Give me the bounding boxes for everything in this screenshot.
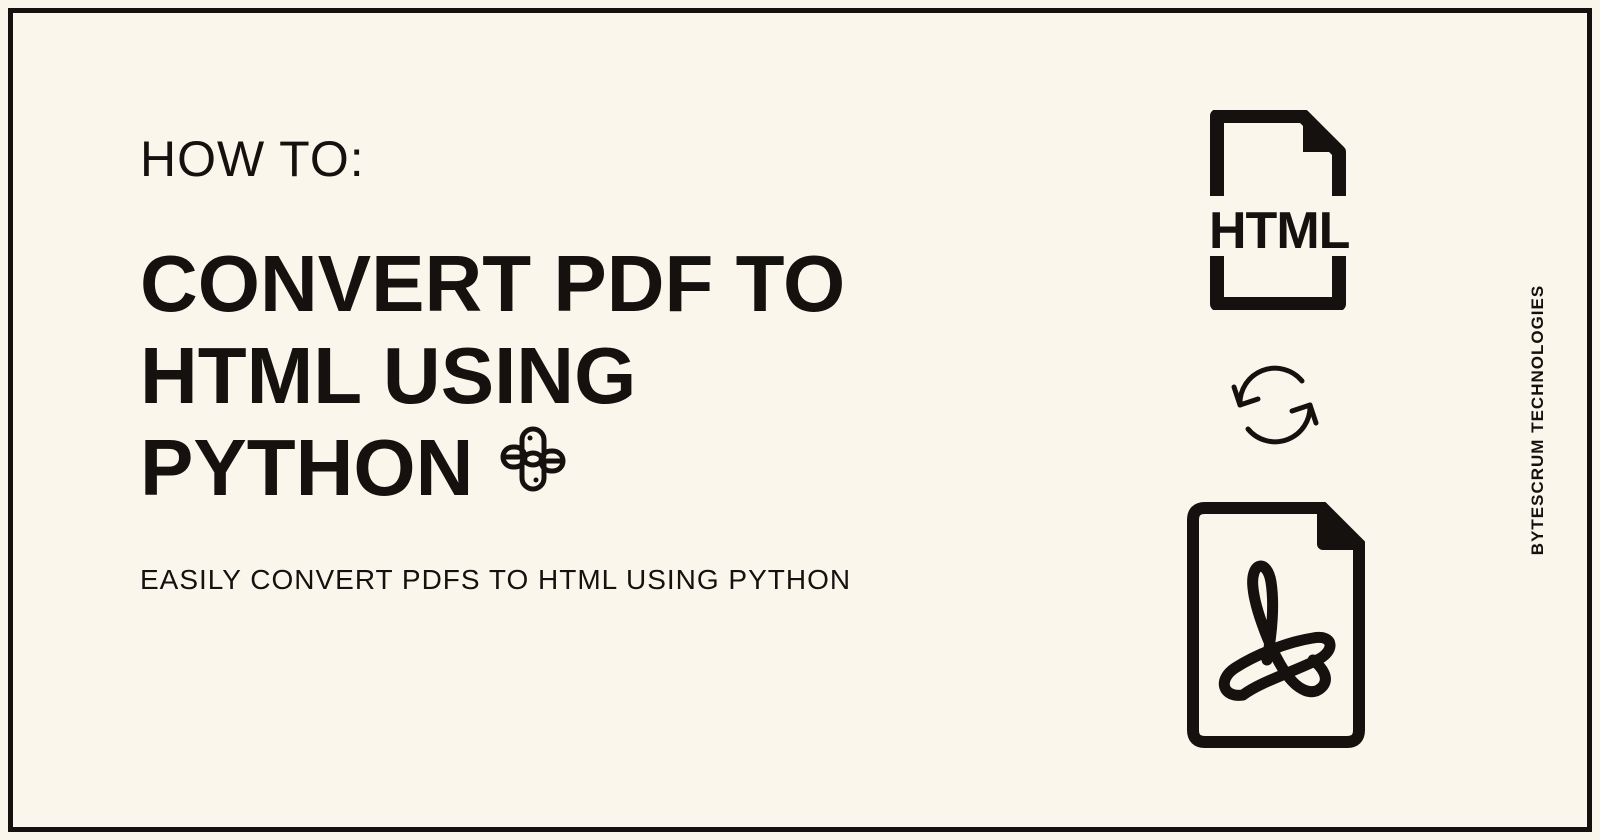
eyebrow-text: HOW TO: — [140, 130, 990, 188]
python-icon — [497, 422, 569, 514]
headline: CONVERT PDF TO HTML USING PYTHON — [140, 238, 990, 514]
headline-line-3: PYTHON — [140, 422, 473, 514]
pdf-file-icon — [1175, 500, 1375, 755]
html-file-icon: HTML — [1195, 110, 1355, 315]
icon-column: HTML — [1175, 110, 1375, 755]
headline-line-1: CONVERT PDF TO — [140, 238, 990, 330]
refresh-icon — [1220, 355, 1330, 460]
subhead-text: EASILY CONVERT PDFS TO HTML USING PYTHON — [140, 564, 990, 596]
brand-sidetext: BYTESCRUM TECHNOLOGIES — [1528, 285, 1548, 555]
headline-line-2: HTML USING — [140, 330, 990, 422]
main-content: HOW TO: CONVERT PDF TO HTML USING PYTHON… — [140, 130, 990, 596]
svg-text:HTML: HTML — [1209, 202, 1350, 260]
